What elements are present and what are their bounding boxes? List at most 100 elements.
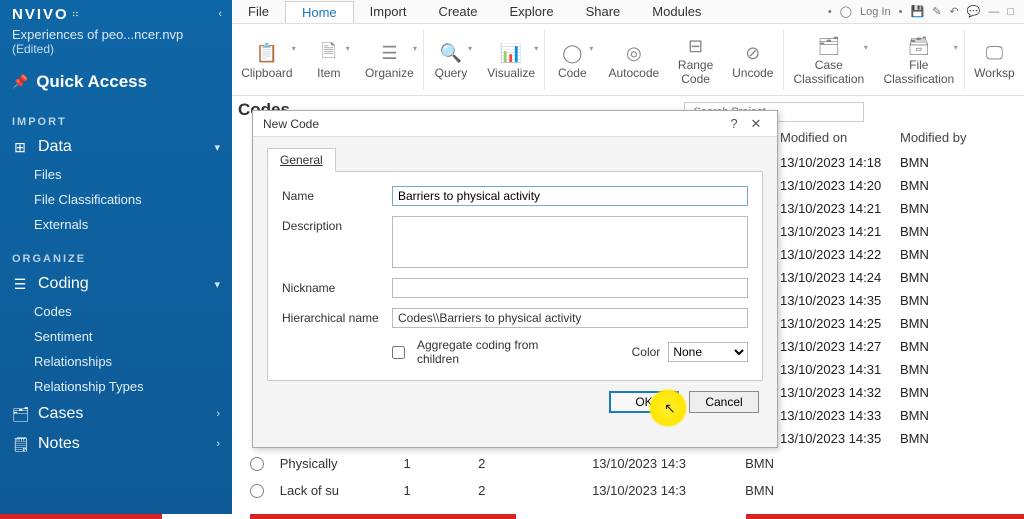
dialog-title: New Code xyxy=(263,117,319,131)
ribbon-item[interactable]: 🗎▾Item xyxy=(302,24,356,95)
ribbon-autocode[interactable]: ◎Autocode xyxy=(599,24,668,95)
ribbon-query-label: Query xyxy=(435,66,468,80)
sidebar-item-relationships[interactable]: Relationships xyxy=(0,349,232,374)
sidebar-item-coding[interactable]: ☰ Coding ▾ xyxy=(0,269,232,299)
ok-button[interactable]: OK xyxy=(609,391,679,413)
sidebar-item-cases[interactable]: 🗂 Cases › xyxy=(0,399,232,429)
list-item[interactable]: Physically1213/10/2023 14:3BMN xyxy=(250,450,774,477)
ribbon-workspace-label: Worksp xyxy=(974,66,1014,80)
table-row[interactable]: 13/10/2023 14:35BMN xyxy=(780,289,1018,312)
col-modified-on[interactable]: Modified on xyxy=(780,130,900,145)
menu-share[interactable]: Share xyxy=(570,1,637,22)
data-icon: ⊞ xyxy=(12,139,28,156)
minimize-icon[interactable]: — xyxy=(988,6,999,18)
menu-import[interactable]: Import xyxy=(354,1,423,22)
ribbon-query[interactable]: 🔍▾Query xyxy=(424,24,478,95)
autocode-icon: ◎ xyxy=(626,42,642,66)
table-row[interactable]: 13/10/2023 14:31BMN xyxy=(780,358,1018,381)
sidebar-item-notes[interactable]: 🗒 Notes › xyxy=(0,429,232,459)
ribbon-autocode-label: Autocode xyxy=(609,66,660,80)
ribbon-visualize[interactable]: 📊▾Visualize xyxy=(478,24,544,95)
edit-icon[interactable]: ✎ xyxy=(932,5,941,18)
table-row[interactable]: 13/10/2023 14:27BMN xyxy=(780,335,1018,358)
quick-access[interactable]: 📌 Quick Access xyxy=(0,62,232,100)
table-row[interactable]: 13/10/2023 14:24BMN xyxy=(780,266,1018,289)
color-select[interactable]: None xyxy=(668,342,748,362)
table-row[interactable]: 13/10/2023 14:21BMN xyxy=(780,220,1018,243)
col-modified-by[interactable]: Modified by xyxy=(900,130,966,145)
cases-icon: 🗂 xyxy=(12,406,28,423)
logo-dots-icon: ∷ xyxy=(73,11,80,19)
save-icon[interactable]: 💾 xyxy=(911,5,925,18)
nickname-input[interactable] xyxy=(392,278,748,298)
aggregate-checkbox[interactable] xyxy=(392,346,405,359)
app-name: NVIVO xyxy=(12,6,69,23)
color-label: Color xyxy=(632,345,661,359)
dot-icon[interactable]: • xyxy=(828,6,832,18)
code-icon: ◯ xyxy=(562,42,582,66)
project-title: Experiences of peo...ncer.nvp xyxy=(12,27,220,42)
menu-modules[interactable]: Modules xyxy=(636,1,717,22)
chart-icon: 📊 xyxy=(500,42,522,66)
table-row[interactable]: 13/10/2023 14:20BMN xyxy=(780,174,1018,197)
chevron-down-icon: ▾ xyxy=(214,278,220,291)
sidebar-collapse-icon[interactable]: ‹ xyxy=(218,8,222,20)
project-info: Experiences of peo...ncer.nvp (Edited) xyxy=(0,27,232,62)
table-row[interactable]: 13/10/2023 14:18BMN xyxy=(780,151,1018,174)
search-icon: 🔍 xyxy=(440,42,462,66)
workspace-icon: 🖵 xyxy=(986,42,1003,66)
nickname-label: Nickname xyxy=(282,278,392,295)
chevron-down-icon: ▾ xyxy=(214,141,220,154)
table-row[interactable]: 13/10/2023 14:22BMN xyxy=(780,243,1018,266)
ribbon-organize[interactable]: ☰▾Organize xyxy=(356,24,423,95)
ribbon-clipboard[interactable]: 📋▾Clipboard xyxy=(232,24,302,95)
sidebar-item-data[interactable]: ⊞ Data ▾ xyxy=(0,132,232,162)
notes-icon: 🗒 xyxy=(12,436,28,453)
chat-icon[interactable]: 💬 xyxy=(967,5,981,18)
app-logo: NVIVO ∷ xyxy=(0,0,232,27)
ribbon-range-code[interactable]: ⊟RangeCode xyxy=(668,24,722,95)
dot2-icon[interactable]: • xyxy=(899,6,903,18)
list-item[interactable]: Lack of su1213/10/2023 14:3BMN xyxy=(250,477,774,504)
tab-general[interactable]: General xyxy=(267,148,336,172)
help-icon[interactable]: ? xyxy=(723,116,745,131)
sidebar-item-codes[interactable]: Codes xyxy=(0,299,232,324)
table-row[interactable]: 13/10/2023 14:32BMN xyxy=(780,381,1018,404)
sidebar-item-sentiment[interactable]: Sentiment xyxy=(0,324,232,349)
project-status: (Edited) xyxy=(12,42,220,56)
menu-create[interactable]: Create xyxy=(422,1,493,22)
table-row[interactable]: 13/10/2023 14:21BMN xyxy=(780,197,1018,220)
menu-home[interactable]: Home xyxy=(285,1,354,23)
table-row[interactable]: 13/10/2023 14:35BMN xyxy=(780,427,1018,450)
cancel-button[interactable]: Cancel xyxy=(689,391,759,413)
chevron-right-icon: › xyxy=(216,408,220,420)
close-icon[interactable]: ✕ xyxy=(745,116,767,132)
name-label: Name xyxy=(282,186,392,203)
codes-table: Modified on Modified by 13/10/2023 14:18… xyxy=(780,130,1018,450)
sidebar-item-relationship-types[interactable]: Relationship Types xyxy=(0,374,232,399)
sidebar-item-files[interactable]: Files xyxy=(0,162,232,187)
sidebar-item-externals[interactable]: Externals xyxy=(0,212,232,237)
ribbon-workspace[interactable]: 🖵Worksp xyxy=(965,24,1024,95)
ribbon-code[interactable]: ◯▾Code xyxy=(545,24,599,95)
ribbon-clipboard-label: Clipboard xyxy=(241,66,292,80)
maximize-icon[interactable]: □ xyxy=(1007,6,1014,18)
sidebar-item-file-classifications[interactable]: File Classifications xyxy=(0,187,232,212)
table-row[interactable]: 13/10/2023 14:33BMN xyxy=(780,404,1018,427)
ribbon-uncode[interactable]: ⊘Uncode xyxy=(723,24,783,95)
ribbon-file-classification[interactable]: 🗃▾FileClassification xyxy=(874,24,964,95)
ribbon-visualize-label: Visualize xyxy=(487,66,535,80)
menu-file[interactable]: File xyxy=(232,1,285,22)
login-button[interactable]: Log In xyxy=(860,6,891,18)
description-input[interactable] xyxy=(392,216,748,268)
ribbon-code-label: Code xyxy=(558,66,587,80)
undo-icon[interactable]: ↶ xyxy=(949,5,958,18)
ribbon-fileclass-label2: Classification xyxy=(883,73,954,86)
ribbon-case-classification[interactable]: 🗂▾CaseClassification xyxy=(784,24,874,95)
name-input[interactable] xyxy=(392,186,748,206)
table-row[interactable]: 13/10/2023 14:25BMN xyxy=(780,312,1018,335)
plus-icon[interactable]: ◯ xyxy=(840,5,852,18)
sidebar-notes-label: Notes xyxy=(38,435,80,453)
menu-explore[interactable]: Explore xyxy=(494,1,570,22)
uncode-icon: ⊘ xyxy=(745,42,760,66)
